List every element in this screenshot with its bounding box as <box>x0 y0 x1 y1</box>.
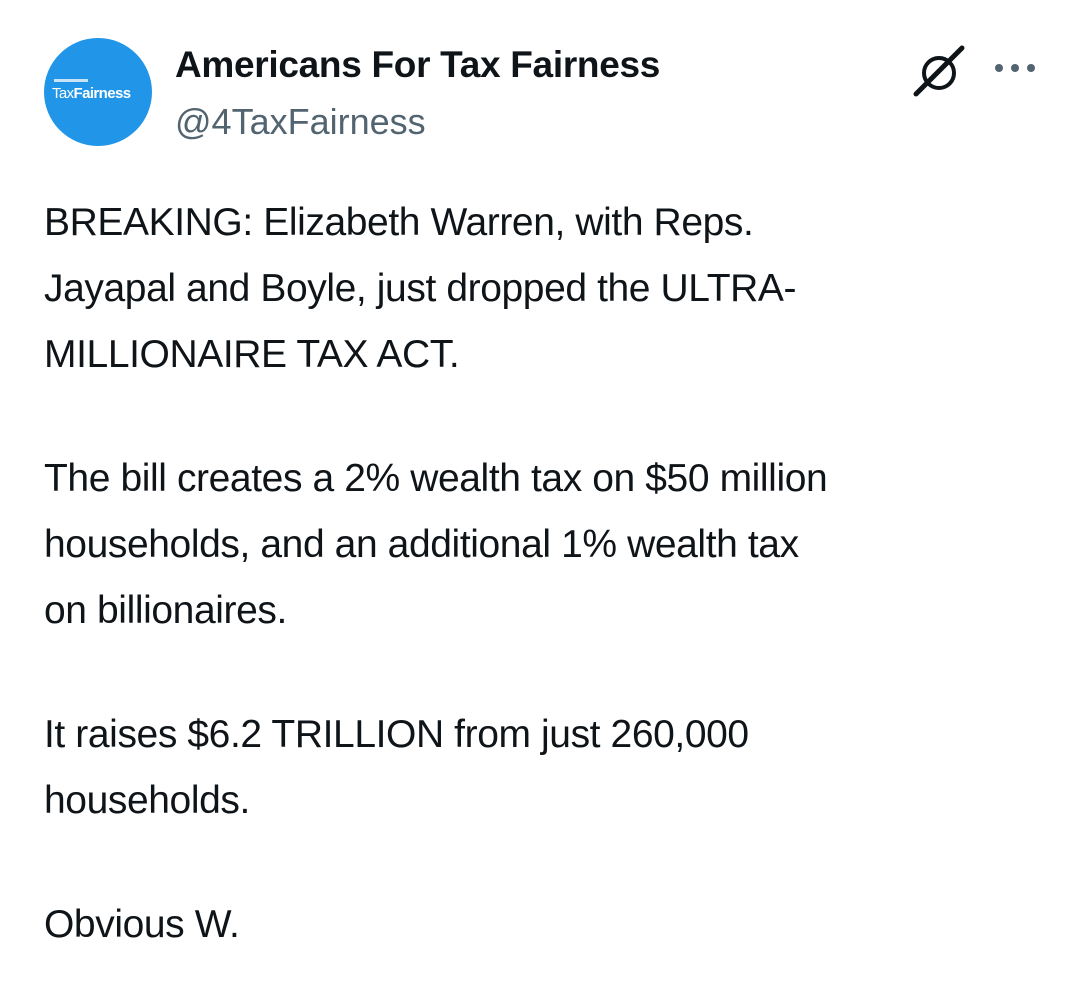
tweet-text-line: on billionaires. <box>44 589 287 632</box>
avatar[interactable]: TaxFairness <box>44 38 152 146</box>
author-handle[interactable]: @4TaxFairness <box>175 101 426 143</box>
tweet-text-line: households. <box>44 779 250 822</box>
avatar-logo: TaxFairness <box>52 85 132 102</box>
tweet-text-line: MILLIONAIRE TAX ACT. <box>44 333 460 376</box>
tweet-text-line: Obvious W. <box>44 903 240 946</box>
tweet-text-line: Jayapal and Boyle, just dropped the ULTR… <box>44 267 797 310</box>
more-horizontal-icon[interactable] <box>992 58 1038 78</box>
tweet-paragraph-2: The bill creates a 2% wealth tax on $50 … <box>44 446 1044 644</box>
tweet-text-line: BREAKING: Elizabeth Warren, with Reps. <box>44 201 754 244</box>
avatar-tagline-mark <box>54 79 88 82</box>
tweet: TaxFairness Americans For Tax Fairness @… <box>0 0 1080 984</box>
tweet-text-line: households, and an additional 1% wealth … <box>44 523 799 566</box>
tweet-text-line: It raises $6.2 TRILLION from just 260,00… <box>44 713 749 756</box>
tweet-paragraph-3: It raises $6.2 TRILLION from just 260,00… <box>44 702 1044 834</box>
avatar-logo-bold: Fairness <box>73 85 132 102</box>
tweet-paragraph-1: BREAKING: Elizabeth Warren, with Reps. J… <box>44 190 1044 388</box>
grok-icon[interactable] <box>910 44 970 98</box>
avatar-logo-light: Tax <box>52 85 74 102</box>
tweet-paragraph-4: Obvious W. <box>44 892 1044 958</box>
author-display-name[interactable]: Americans For Tax Fairness <box>175 44 660 86</box>
tweet-text-line: The bill creates a 2% wealth tax on $50 … <box>44 457 828 500</box>
